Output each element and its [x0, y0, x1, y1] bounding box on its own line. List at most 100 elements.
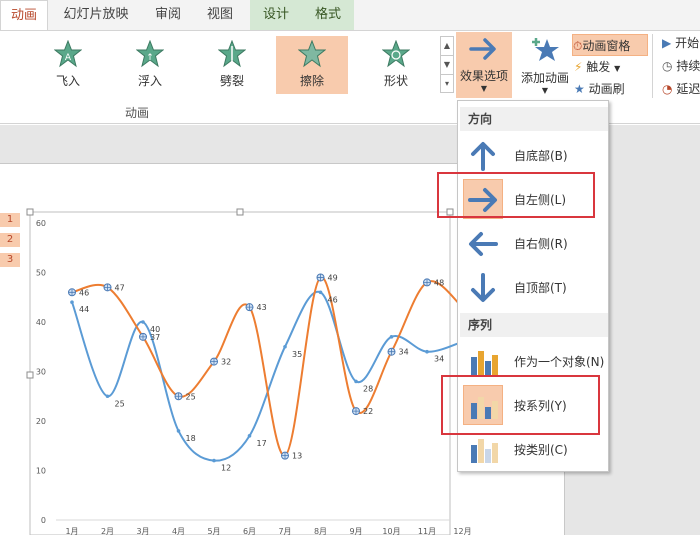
start-field[interactable]: ▶ 开始 [662, 32, 700, 54]
blue-data-label: 28 [363, 384, 373, 393]
delay-field[interactable]: ◔ 延迟 [662, 78, 700, 100]
x-tick-label: 3月 [136, 527, 149, 535]
clock-pane-icon: ⏱ [573, 39, 583, 53]
x-tick-label: 9月 [349, 527, 362, 535]
orange-data-label: 37 [150, 333, 160, 342]
blue-data-label: 17 [257, 439, 267, 448]
blue-data-point [247, 434, 252, 438]
x-tick-label: 4月 [172, 527, 185, 535]
y-tick-label: 10 [36, 467, 46, 476]
trigger-button[interactable]: ⚡ 触发 ▼ [574, 56, 644, 78]
blue-data-label: 25 [115, 399, 125, 408]
add-star-icon [532, 38, 559, 61]
effect-options-button[interactable]: 效果选项 ▼ [456, 32, 512, 98]
star-float-in-icon: ↑ [136, 40, 164, 68]
duration-label: 持续 [676, 59, 700, 73]
duration-field[interactable]: ◷ 持续 [662, 55, 700, 77]
blue-data-label: 18 [186, 434, 196, 443]
blue-data-label: 44 [79, 305, 89, 314]
gallery-item-float-in[interactable]: ↑ 浮入 [114, 36, 186, 94]
chevron-down-icon: ▼ [541, 86, 549, 95]
gallery-item-split[interactable]: 劈裂 [196, 36, 268, 94]
scroll-up-icon[interactable]: ▲ [441, 37, 453, 56]
star-wipe-icon [298, 40, 326, 68]
menu-item-label: 自底部(B) [514, 149, 568, 163]
orange-data-label: 46 [79, 288, 89, 297]
gallery-item-wipe[interactable]: 擦除 [276, 36, 348, 94]
x-tick-label: 8月 [314, 527, 327, 535]
orange-data-label: 25 [186, 392, 196, 401]
menu-item-label: 自顶部(T) [514, 281, 567, 295]
tab-design[interactable]: 设计 [250, 0, 302, 30]
lightning-icon: ⚡ [574, 60, 583, 74]
y-tick-label: 20 [36, 417, 46, 426]
ribbon-separator [652, 34, 653, 98]
timer-icon: ◔ [662, 82, 673, 96]
sequence-header: 序列 [460, 313, 608, 337]
gallery-more-icon[interactable]: ▾ [441, 75, 453, 94]
arrow-right-icon [469, 38, 496, 60]
animation-pane-button[interactable]: ⏱动画窗格 [572, 34, 648, 56]
orange-data-label: 47 [115, 283, 125, 292]
x-tick-label: 10月 [382, 527, 400, 535]
tab-review[interactable]: 审阅 [144, 0, 192, 30]
tab-slideshow[interactable]: 幻灯片放映 [56, 0, 136, 30]
delay-label: 延迟 [676, 82, 700, 96]
trigger-label: 触发 [586, 60, 611, 74]
ribbon-tab-bar: 动画 幻灯片放映 审阅 视图 设计 格式 [0, 0, 700, 31]
chevron-down-icon: ▼ [480, 84, 488, 93]
start-label: 开始 [675, 36, 700, 50]
gallery-scroll[interactable]: ▲ ▼ ▾ [440, 36, 454, 93]
menu-item-from-bottom[interactable]: 自底部(B) [460, 133, 608, 177]
svg-text:A: A [65, 53, 72, 63]
blue-data-point [105, 394, 110, 399]
svg-text:↑: ↑ [146, 53, 154, 63]
star-shape-icon [382, 40, 410, 68]
gallery-label: 劈裂 [219, 74, 244, 88]
x-tick-label: 2月 [101, 527, 114, 535]
blue-data-point [389, 335, 394, 339]
gallery-label: 擦除 [299, 74, 324, 88]
painter-star-icon: ★ [574, 82, 585, 96]
annotation-highlight-box [437, 172, 595, 218]
menu-item-from-right[interactable]: 自右侧(R) [460, 221, 608, 265]
blue-data-point [141, 320, 145, 324]
arrow-down-icon [471, 273, 495, 302]
direction-header: 方向 [460, 107, 608, 131]
orange-data-label: 32 [221, 358, 231, 367]
scroll-down-icon[interactable]: ▼ [441, 56, 453, 75]
play-icon: ▶ [662, 36, 672, 50]
selection-handle [26, 371, 34, 379]
tab-animation[interactable]: 动画 [0, 0, 48, 31]
star-split-icon [218, 40, 246, 68]
blue-data-label: 46 [328, 295, 338, 304]
orange-data-label: 43 [257, 303, 267, 312]
gallery-label: 浮入 [137, 74, 162, 88]
menu-item-label: 自右侧(R) [514, 237, 568, 251]
y-tick-label: 30 [36, 368, 46, 377]
animation-painter-button[interactable]: ★ 动画刷 [574, 78, 644, 100]
orange-data-label: 49 [328, 273, 338, 282]
orange-data-label: 48 [434, 278, 444, 287]
blue-data-label: 12 [221, 464, 231, 473]
add-animation-button[interactable]: 添加动画 ▼ [517, 34, 573, 96]
y-tick-label: 40 [36, 318, 46, 327]
x-tick-label: 11月 [418, 527, 436, 535]
menu-item-label: 按类别(C) [514, 443, 568, 457]
orange-data-label: 13 [292, 452, 302, 461]
blue-data-point [176, 429, 181, 433]
blue-data-label: 35 [292, 350, 302, 359]
pane-label: 动画窗格 [582, 39, 631, 53]
star-fly-in-icon: A [54, 40, 82, 68]
gallery-label: 形状 [383, 74, 408, 88]
gallery-item-shape[interactable]: 形状 [360, 36, 432, 94]
bar-chart-single-icon [471, 351, 498, 375]
chevron-down-icon: ▼ [614, 64, 621, 73]
menu-item-from-top[interactable]: 自顶部(T) [460, 265, 608, 309]
selection-handle [26, 208, 34, 216]
gallery-item-fly-in[interactable]: A 飞入 [32, 36, 104, 94]
blue-data-point [212, 458, 216, 463]
tab-format[interactable]: 格式 [302, 0, 354, 30]
tab-view[interactable]: 视图 [196, 0, 244, 30]
selection-handle [236, 208, 244, 216]
